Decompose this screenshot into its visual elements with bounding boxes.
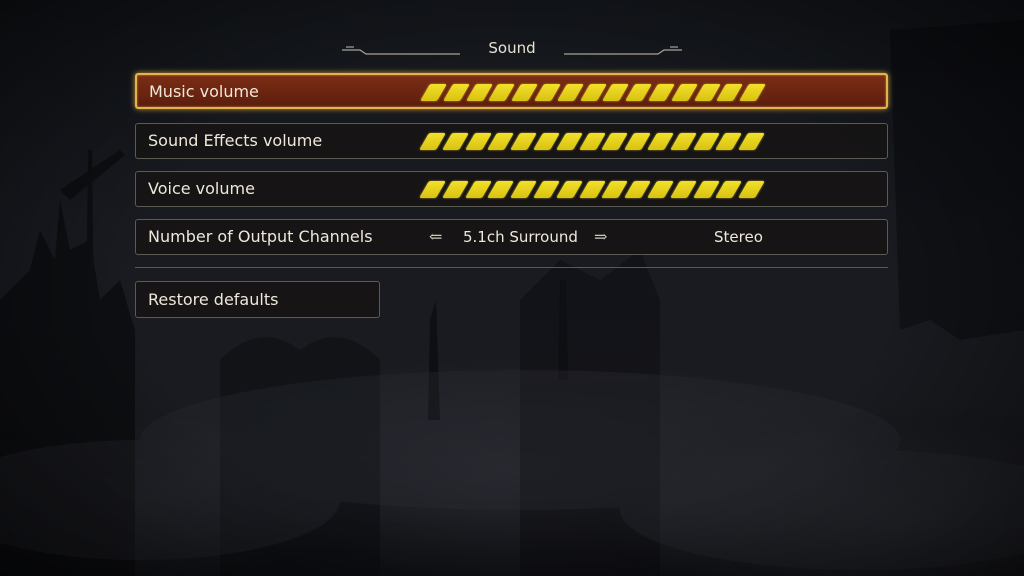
volume-segment (738, 181, 766, 198)
arrow-left-icon[interactable]: ⇐ (429, 220, 442, 254)
page-title: Sound (488, 39, 536, 57)
output-channels-value: 5.1ch Surround (463, 228, 578, 246)
output-channels-label: Number of Output Channels (148, 227, 373, 246)
volume-segment (534, 84, 561, 101)
restore-defaults-label: Restore defaults (148, 290, 279, 309)
arrow-right-icon[interactable]: ⇒ (594, 220, 607, 254)
output-channels-row[interactable]: Number of Output Channels ⇐ 5.1ch Surrou… (135, 219, 888, 255)
volume-segment (441, 181, 469, 198)
voice-volume-row[interactable]: Voice volume (135, 171, 888, 207)
volume-segment (419, 181, 446, 198)
volume-segment (669, 133, 697, 150)
music-volume-slider[interactable] (420, 83, 785, 103)
volume-segment (738, 133, 766, 150)
volume-segment (739, 84, 767, 101)
volume-segment (533, 133, 560, 150)
music-volume-label: Music volume (149, 82, 259, 101)
volume-segment (669, 181, 697, 198)
voice-volume-label: Voice volume (148, 179, 255, 198)
section-divider (135, 267, 888, 268)
sound-effects-volume-slider[interactable] (419, 132, 784, 152)
volume-segment (419, 133, 446, 150)
volume-segment (555, 181, 583, 198)
volume-segment (648, 84, 675, 101)
volume-segment (556, 84, 584, 101)
volume-segment (441, 133, 469, 150)
volume-segment (420, 84, 447, 101)
sound-header: Sound (340, 36, 684, 66)
volume-segment (670, 84, 698, 101)
output-channels-alt-value: Stereo (714, 228, 763, 246)
volume-segment (647, 181, 674, 198)
music-volume-row[interactable]: Music volume (135, 73, 888, 109)
restore-defaults-button[interactable]: Restore defaults (135, 281, 380, 318)
volume-segment (533, 181, 560, 198)
sound-effects-volume-row[interactable]: Sound Effects volume (135, 123, 888, 159)
volume-segment (442, 84, 470, 101)
voice-volume-slider[interactable] (419, 180, 784, 200)
volume-segment (647, 133, 674, 150)
volume-segment (555, 133, 583, 150)
sound-effects-volume-label: Sound Effects volume (148, 131, 323, 150)
